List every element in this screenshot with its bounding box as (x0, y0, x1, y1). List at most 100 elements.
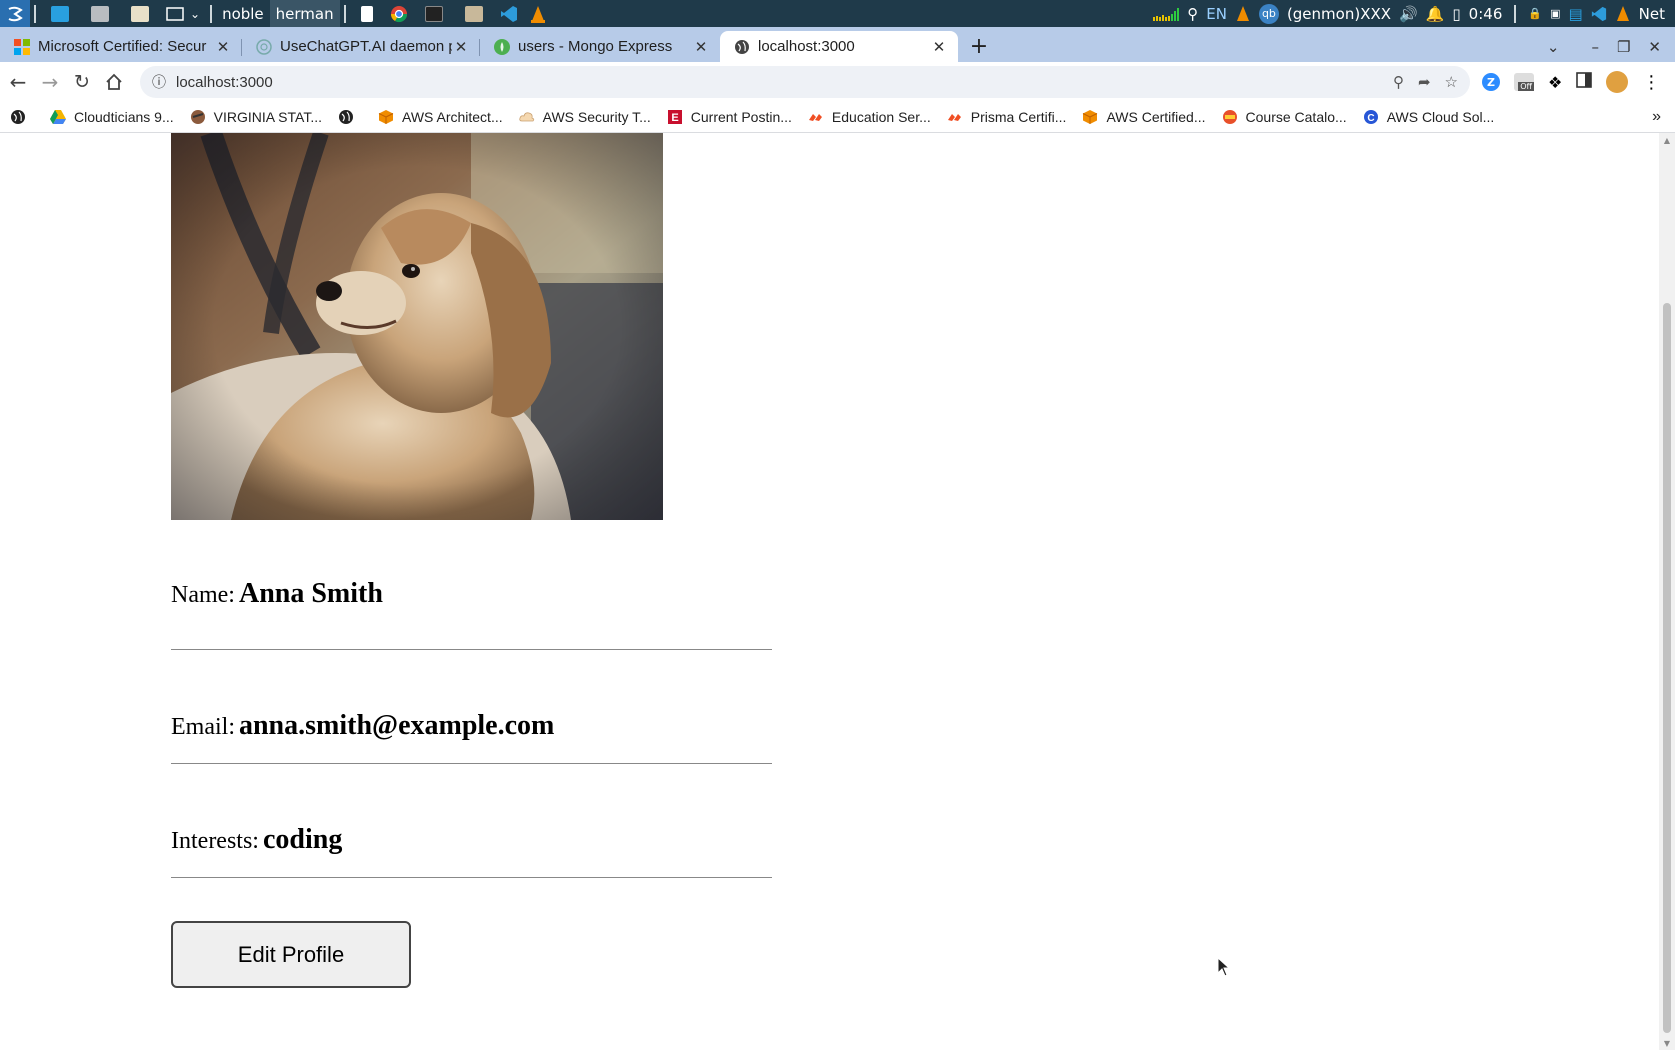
bookmark-item[interactable]: Course Catalo... (1222, 109, 1347, 125)
bookmarks-overflow-icon[interactable]: » (1652, 108, 1661, 126)
tab-usechatgpt[interactable]: UseChatGPT.AI daemon p ✕ (242, 31, 480, 62)
search-icon[interactable]: ⚲ (1187, 5, 1198, 23)
bookmark-label: Prisma Certifi... (970, 109, 1067, 125)
lock-icon[interactable]: 🔒 (1528, 7, 1542, 20)
keyboard-layout-label[interactable]: EN (1206, 5, 1227, 23)
qbittorrent-icon[interactable]: qb (1258, 3, 1279, 24)
workspace-label: herman (275, 4, 334, 23)
tab-search-icon[interactable]: ⌄ (1547, 38, 1560, 56)
close-icon[interactable]: ✕ (452, 38, 470, 56)
panel-separator (343, 4, 346, 23)
scroll-down-icon[interactable]: ▼ (1659, 1036, 1675, 1050)
bookmark-item[interactable]: Cloudticians 9... (50, 109, 174, 125)
os-menu-icon[interactable] (0, 0, 30, 27)
desktop-icon[interactable] (40, 0, 80, 27)
bookmark-star-icon[interactable]: ☆ (1445, 73, 1458, 91)
bookmark-item[interactable] (338, 109, 362, 125)
bookmark-item[interactable]: Education Ser... (808, 109, 931, 125)
dog-photo (171, 133, 663, 520)
workspace-noble[interactable]: noble (216, 0, 270, 27)
folder-icon[interactable] (454, 0, 494, 27)
minimize-icon[interactable]: – (1591, 38, 1599, 56)
text-editor-icon[interactable] (120, 0, 160, 27)
bookmark-item[interactable]: AWS Security T... (518, 109, 651, 125)
bookmark-label: Education Ser... (831, 109, 931, 125)
profile-avatar[interactable] (1606, 71, 1629, 93)
close-icon[interactable]: ✕ (692, 38, 710, 56)
vlc-tray-icon[interactable] (1235, 5, 1251, 23)
close-icon[interactable]: ✕ (930, 38, 948, 56)
bookmark-label: AWS Architect... (402, 109, 503, 125)
extension-badge: Off (1518, 82, 1534, 91)
bookmark-item[interactable] (10, 109, 34, 125)
battery-icon[interactable]: ▯ (1452, 5, 1460, 23)
extension-off-icon[interactable]: Off (1514, 73, 1534, 91)
blue-c-icon: C (1363, 110, 1378, 124)
name-value: Anna Smith (238, 578, 383, 609)
zoom-extension-icon[interactable]: Z (1482, 73, 1500, 91)
forward-icon[interactable]: → (34, 66, 66, 98)
bookmark-item[interactable]: VIRGINIA STAT... (190, 109, 322, 125)
bookmark-label: Course Catalo... (1245, 109, 1347, 125)
window-list-icon[interactable]: ⌄ (160, 0, 206, 27)
chatgpt-icon (256, 38, 272, 55)
bookmark-item[interactable]: E Current Postin... (667, 109, 792, 125)
terminal-icon[interactable] (414, 0, 454, 27)
document-icon[interactable] (350, 0, 384, 27)
vsu-logo-icon (190, 110, 205, 124)
display-icon[interactable]: ▤ (1568, 5, 1582, 23)
paloalto-icon (947, 114, 961, 121)
tab-localhost[interactable]: localhost:3000 ✕ (720, 31, 958, 62)
tab-mongo-express[interactable]: users - Mongo Express ✕ (480, 31, 720, 62)
bookmark-item[interactable]: Prisma Certifi... (947, 109, 1067, 125)
clock-label[interactable]: 0:46 (1469, 5, 1503, 23)
restore-icon[interactable]: ❐ (1617, 38, 1630, 56)
workspace-herman[interactable]: herman (269, 0, 340, 27)
bookmark-item[interactable]: C AWS Cloud Sol... (1363, 109, 1495, 125)
new-tab-button[interactable]: + (964, 31, 994, 62)
tab-label: UseChatGPT.AI daemon p (280, 38, 452, 55)
vlc-tray-icon-2[interactable] (1615, 5, 1631, 23)
tray-app-icon[interactable]: ▣ (1550, 7, 1560, 20)
files-icon[interactable] (80, 0, 120, 27)
reload-icon[interactable]: ↻ (66, 66, 98, 98)
vlc-icon[interactable] (524, 0, 552, 27)
bookmark-label: AWS Cloud Sol... (1386, 109, 1495, 125)
scroll-thumb[interactable] (1663, 303, 1671, 1033)
share-icon[interactable]: ➦ (1418, 73, 1431, 91)
tab-label: localhost:3000 (758, 38, 855, 55)
zoom-icon[interactable]: ⚲ (1393, 73, 1404, 91)
vscode-tray-icon[interactable] (1591, 6, 1607, 22)
volume-icon[interactable]: 🔊 (1399, 5, 1418, 23)
interests-field: Interests: coding (171, 764, 772, 878)
address-bar[interactable]: ⓘ localhost:3000 ⚲ ➦ ☆ (140, 66, 1470, 98)
tab-microsoft-certified[interactable]: Microsoft Certified: Secur ✕ (0, 31, 242, 62)
globe-icon (735, 39, 749, 54)
home-icon[interactable] (98, 66, 130, 98)
notification-bell-icon[interactable]: 🔔 (1426, 5, 1445, 23)
bookmark-item[interactable]: AWS Certified... (1082, 109, 1206, 125)
name-field: Name: Anna Smith (171, 520, 772, 650)
bookmark-item[interactable]: AWS Architect... (378, 109, 503, 125)
vscode-icon[interactable] (494, 0, 524, 27)
vertical-scrollbar[interactable]: ▲ ▼ (1659, 133, 1675, 1050)
back-icon[interactable]: ← (2, 66, 34, 98)
chrome-menu-icon[interactable]: ⋮ (1642, 72, 1660, 93)
email-value: anna.smith@example.com (238, 710, 555, 741)
network-label[interactable]: Net (1639, 5, 1665, 23)
close-icon[interactable]: ✕ (214, 38, 232, 56)
extensions-puzzle-icon[interactable]: ❖ (1548, 73, 1562, 92)
side-panel-icon[interactable] (1576, 72, 1593, 92)
red-e-icon: E (667, 110, 682, 124)
microsoft-logo-icon (14, 38, 30, 55)
aws-cube-icon (378, 110, 394, 124)
site-info-icon[interactable]: ⓘ (152, 72, 166, 92)
url-text[interactable]: localhost:3000 (176, 74, 1393, 91)
interests-label: Interests: (171, 828, 259, 854)
edit-profile-button[interactable]: Edit Profile (171, 921, 411, 988)
aws-cube-icon (1083, 110, 1098, 124)
bookmark-label: AWS Security T... (542, 109, 651, 125)
chrome-icon[interactable] (384, 0, 414, 27)
scroll-up-icon[interactable]: ▲ (1659, 133, 1675, 147)
window-close-icon[interactable]: ✕ (1648, 38, 1661, 56)
